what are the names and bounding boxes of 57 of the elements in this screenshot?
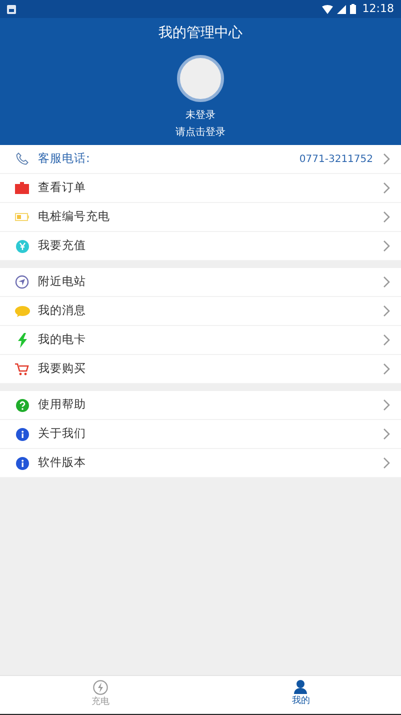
chevron-right-icon — [383, 457, 390, 469]
menu-item-label: 软件版本 — [38, 454, 87, 472]
menu-item-label: 客服电话: — [38, 150, 91, 168]
chevron-right-icon — [383, 363, 390, 375]
navigation-icon — [15, 275, 29, 289]
battery-icon — [350, 4, 356, 14]
login-hint[interactable]: 请点击登录 — [176, 125, 226, 140]
avatar-icon[interactable] — [177, 55, 224, 102]
menu-item-label: 我的电卡 — [38, 331, 87, 348]
briefcase-icon — [15, 182, 29, 194]
menu-item[interactable]: 我的电卡 — [0, 326, 401, 355]
lightning-circle-icon — [92, 680, 108, 695]
page-title: 我的管理中心 — [158, 24, 242, 43]
cart-icon — [15, 362, 29, 376]
menu-item[interactable]: 查看订单 — [0, 174, 401, 203]
chevron-right-icon — [383, 276, 390, 288]
notification-icon — [7, 4, 16, 14]
menu-item-label: 附近电站 — [38, 273, 87, 290]
menu-item[interactable]: 我要充值 — [0, 232, 401, 261]
menu-item-label: 电桩编号充电 — [38, 208, 111, 226]
menu-item[interactable]: 客服电话: 0771-3211752 — [0, 145, 401, 174]
chevron-right-icon — [383, 334, 390, 346]
menu-item[interactable]: 电桩编号充电 — [0, 203, 401, 232]
info-icon — [16, 456, 28, 470]
menu-item[interactable]: 我的消息 — [0, 297, 401, 326]
chevron-right-icon — [383, 153, 390, 165]
chevron-right-icon — [383, 240, 390, 252]
chat-bubble-icon — [14, 306, 30, 316]
yuan-coin-icon — [16, 240, 28, 252]
phone-number: 0771-3211752 — [299, 152, 373, 166]
tab[interactable]: 我的 — [200, 676, 401, 713]
battery-icon — [15, 213, 29, 221]
menu-item-label: 查看订单 — [38, 179, 87, 196]
menu-item-label: 使用帮助 — [38, 396, 87, 414]
chevron-right-icon — [383, 182, 390, 194]
menu-item[interactable]: 附近电站 — [0, 268, 401, 297]
clock: 12:18 — [362, 0, 394, 17]
menu-item-label: 我的消息 — [38, 302, 87, 320]
menu-item[interactable]: 我要购买 — [0, 355, 401, 384]
menu-item[interactable]: 软件版本 — [0, 449, 401, 478]
menu-item-label: 关于我们 — [38, 425, 87, 442]
chevron-right-icon — [383, 211, 390, 223]
menu-item[interactable]: 使用帮助 — [0, 391, 401, 420]
help-icon — [16, 398, 28, 412]
menu-item-label: 我要充值 — [38, 237, 87, 254]
chevron-right-icon — [383, 428, 390, 440]
signal-icon — [337, 4, 346, 14]
user-icon — [294, 680, 308, 694]
login-status: 未登录 — [186, 108, 216, 123]
phone-icon — [15, 152, 29, 166]
wifi-icon — [322, 4, 334, 14]
info-icon — [16, 428, 28, 440]
chevron-right-icon — [383, 399, 390, 411]
lightning-icon — [18, 332, 26, 348]
chevron-right-icon — [383, 305, 390, 317]
menu-item[interactable]: 关于我们 — [0, 420, 401, 449]
menu-item-label: 我要购买 — [38, 360, 87, 378]
